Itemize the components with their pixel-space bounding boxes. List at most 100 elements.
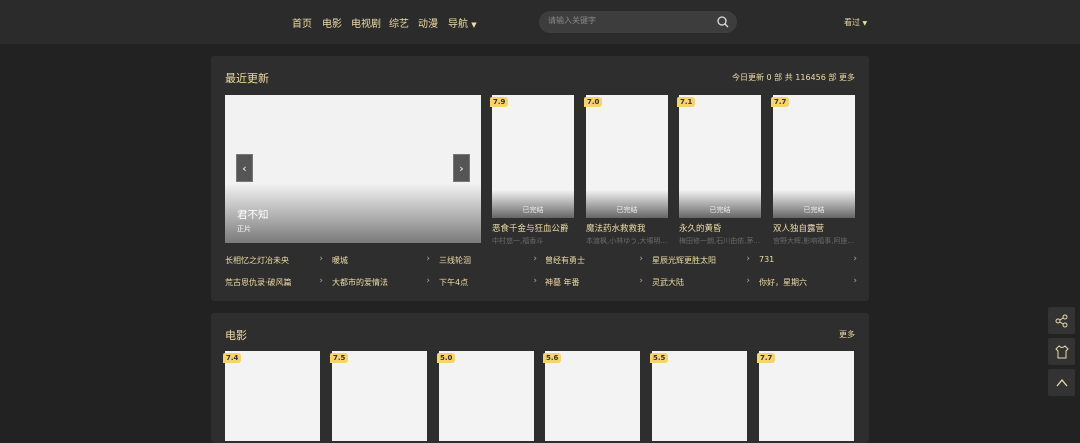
chevron-right-icon: › [459,161,464,175]
search-box [539,11,737,33]
recent-card[interactable]: 7.9 已完结 恶食千金与狂血公爵 中村悠一,福香斗 [490,95,574,246]
movie-card[interactable]: 7.5 [330,351,427,441]
score-badge: 7.1 [677,97,696,107]
update-link[interactable]: 曾经有勇士 › [545,254,645,269]
section-title: 最近更新 [225,72,269,85]
score-badge: 7.7 [757,353,776,363]
link-label: 731 [759,255,775,264]
nav-variety[interactable]: 综艺 [389,15,409,30]
card-title[interactable]: 双人独自露营 [773,222,855,234]
movie-card[interactable]: 5.6 [543,351,640,441]
chevron-down-icon: ▼ [862,20,868,27]
movie-card[interactable]: 5.0 [437,351,534,441]
carousel-next-button[interactable]: › [453,154,470,182]
recent-card[interactable]: 7.0 已完结 魔法药水救救我 本渡枫,小林ゆう,大塚明... [584,95,668,246]
chevron-right-icon: › [746,254,750,264]
update-link[interactable]: 长相忆之灯冶未央 › [225,254,325,269]
link-label: 星辰光辉更胜太阳 [652,256,716,265]
status-label: 已完结 [679,190,761,218]
link-label: 你好，星期六 [759,278,807,287]
link-label: 下午4点 [439,278,469,287]
card-cast: 宫野大辉,影响福事,阿座... [773,237,855,245]
update-link[interactable]: 你好，星期六 › [759,276,859,291]
nav-guide[interactable]: 导航 ▼ [448,15,477,30]
link-label: 神墓 年番 [545,278,580,287]
chevron-right-icon: › [426,254,430,264]
chevron-left-icon: ‹ [242,161,247,175]
carousel-prev-button[interactable]: ‹ [236,154,253,182]
chevron-right-icon: › [639,254,643,264]
chevron-down-icon: ▼ [471,21,477,29]
link-label: 灵武大陆 [652,278,684,287]
chevron-right-icon: › [533,276,537,286]
update-link[interactable]: 荒古恩仇录·破风篇 › [225,276,325,291]
card-cast: 中村悠一,福香斗 [492,237,544,245]
link-label: 曾经有勇士 [545,256,585,265]
update-link[interactable]: 下午4点 › [439,276,539,291]
status-label: 已完结 [773,190,855,218]
score-badge: 7.7 [771,97,790,107]
nav-tv[interactable]: 电视剧 [351,15,381,30]
card-cast: 梅田修一朗,石川由依,茅... [679,237,761,245]
update-link[interactable]: 灵武大陆 › [652,276,752,291]
recent-card[interactable]: 7.7 已完结 双人独自露营 宫野大辉,影响福事,阿座... [771,95,855,246]
nav-guide-label: 导航 [448,19,468,30]
chevron-up-icon [1056,378,1067,386]
nav-movies[interactable]: 电影 [322,15,342,30]
score-badge: 7.5 [330,353,349,363]
carousel-title: 君不知 [237,209,269,221]
share-button[interactable] [1048,307,1075,334]
link-label: 暖城 [332,256,348,265]
score-badge: 7.4 [223,353,242,363]
carousel[interactable]: ‹ › 君不知 正片 [225,95,481,243]
update-link[interactable]: 731 › [759,254,859,269]
update-link[interactable]: 暖城 › [332,254,432,269]
link-label: 长相忆之灯冶未央 [225,256,289,265]
score-badge: 7.0 [584,97,603,107]
card-title[interactable]: 魔法药水救救我 [586,222,668,234]
status-label: 已完结 [586,190,668,218]
card-title[interactable]: 恶食千金与狂血公爵 [492,222,574,234]
update-link[interactable]: 三线轮洄 › [439,254,539,269]
card-cast: 本渡枫,小林ゆう,大塚明... [586,237,668,245]
search-icon[interactable] [717,16,729,28]
score-badge: 5.5 [650,353,669,363]
poster: 7.0 已完结 [584,95,668,218]
update-link[interactable]: 大都市的爱情法 › [332,276,432,291]
movie-card[interactable]: 7.4 [223,351,320,441]
chevron-right-icon: › [746,276,750,286]
movie-card[interactable]: 7.7 [757,351,854,441]
movie-card[interactable]: 5.5 [650,351,747,441]
status-label: 已完结 [492,190,574,218]
chevron-right-icon: › [639,276,643,286]
poster: 7.1 已完结 [677,95,761,218]
section-title: 电影 [225,329,247,342]
search-input[interactable] [548,16,708,25]
chevron-right-icon: › [853,276,857,286]
chevron-right-icon: › [426,276,430,286]
nav-home[interactable]: 首页 [292,15,312,30]
score-badge: 5.6 [543,353,562,363]
top-header: 首页 电影 电视剧 综艺 动漫 导航 ▼ 看过 ▼ [0,0,1080,44]
history-label: 看过 [844,18,860,27]
recent-card[interactable]: 7.1 已完结 永久的黄昏 梅田修一朗,石川由依,茅... [677,95,761,246]
nav-anime[interactable]: 动漫 [418,15,438,30]
score-badge: 5.0 [437,353,456,363]
poster: 7.9 已完结 [490,95,574,218]
card-title[interactable]: 永久的黄昏 [679,222,761,234]
more-link[interactable]: 更多 [839,329,855,340]
link-label: 荒古恩仇录·破风篇 [225,278,292,287]
score-badge: 7.9 [490,97,509,107]
link-label: 三线轮洄 [439,256,471,265]
chevron-right-icon: › [853,254,857,264]
more-link[interactable]: 更多 [839,72,855,83]
update-stats: 今日更新 0 部 共 116456 部 [732,73,837,82]
back-to-top-button[interactable] [1048,369,1075,396]
update-link[interactable]: 星辰光辉更胜太阳 › [652,254,752,269]
share-icon [1055,314,1067,327]
link-label: 大都市的爱情法 [332,278,388,287]
update-link[interactable]: 神墓 年番 › [545,276,645,291]
theme-button[interactable] [1048,338,1075,365]
chevron-right-icon: › [319,276,323,286]
history-button[interactable]: 看过 ▼ [844,17,867,28]
